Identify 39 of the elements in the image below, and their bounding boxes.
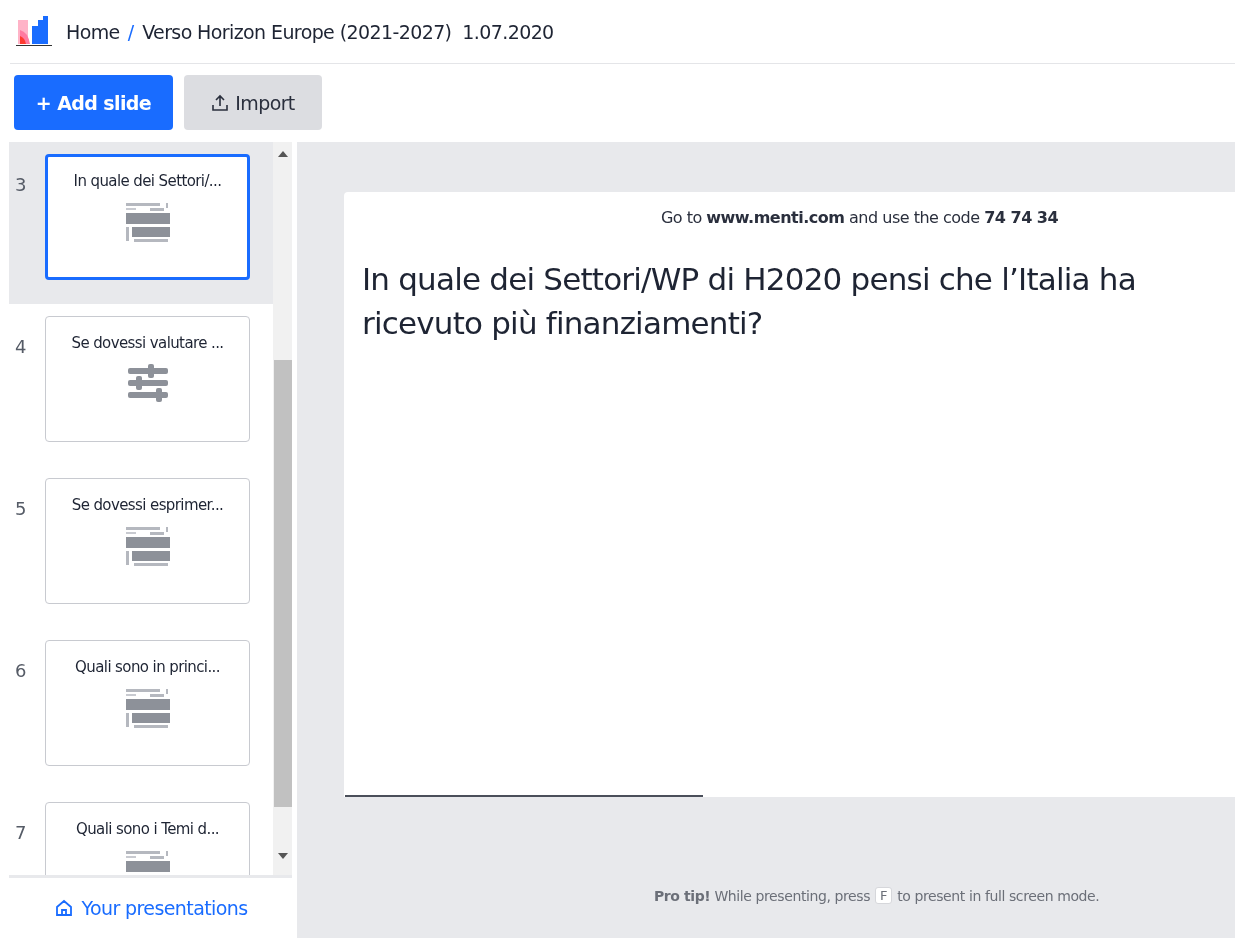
breadcrumb-link[interactable]: Home [66,20,120,43]
sliders-icon [127,364,168,402]
logo-icon [16,15,52,48]
home-icon [53,898,74,918]
word-cloud-icon [125,526,170,568]
slide-number: 5 [14,498,28,519]
slide-thumbnail-title: Se dovessi valutare ... [71,334,224,352]
slide-thumbnail[interactable]: Quali sono in princi... [45,640,250,766]
slide-list-item[interactable]: 5 Se dovessi esprimer... [9,466,273,628]
slide-thumbnail[interactable]: Se dovessi esprimer... [45,478,250,604]
scrollbar[interactable] [273,142,292,877]
breadcrumb-separator: / [127,20,135,43]
slide-thumbnail[interactable]: In quale dei Settori/... [45,154,250,280]
keyboard-key: F [875,887,893,904]
slide-thumbnail[interactable]: Se dovessi valutare ... [45,316,250,442]
slide-number: 3 [14,174,28,195]
slide-thumbnail[interactable]: Quali sono i Temi d... [45,802,250,877]
add-slide-button[interactable]: + Add slide [14,75,173,130]
slide-list-item[interactable]: 3 In quale dei Settori/... [9,142,273,304]
word-cloud-icon [125,688,170,730]
slide-list-item[interactable]: 7 Quali sono i Temi d... [9,790,273,877]
your-presentations-link[interactable]: Your presentations [53,897,248,919]
slide-question: In quale dei Settori/WP di H2020 pensi che l’Italia ha ricevuto più finanziamenti? [362,260,1137,343]
slide-number: 4 [14,336,28,357]
slide-thumbnail-title: In quale dei Settori/... [73,172,222,190]
slide-list-item[interactable]: 4 Se dovessi valutare ... [9,304,273,466]
slide-thumbnail-title: Se dovessi esprimer... [71,496,224,514]
slide-thumbnail-title: Quali sono in princi... [75,658,220,676]
pro-tip-text: Pro tip! While presenting, press [654,887,871,904]
upload-icon [211,93,230,112]
slide-number: 6 [14,660,28,681]
join-instructions: Go to www.menti.com and use the code 74 74 34 [659,208,1060,227]
word-cloud-icon [125,202,170,244]
slide-list-item[interactable]: 6 Quali sono in princi... [9,628,273,790]
slide-thumbnail-title: Quali sono i Temi d... [76,820,219,838]
presentation-title: Verso Horizon Europe (2021-2027) 1.07.2020 [142,20,554,43]
slide-number: 7 [14,822,28,843]
pro-tip-text: to present in full screen mode. [897,887,1100,904]
import-button[interactable]: Import [184,75,322,130]
